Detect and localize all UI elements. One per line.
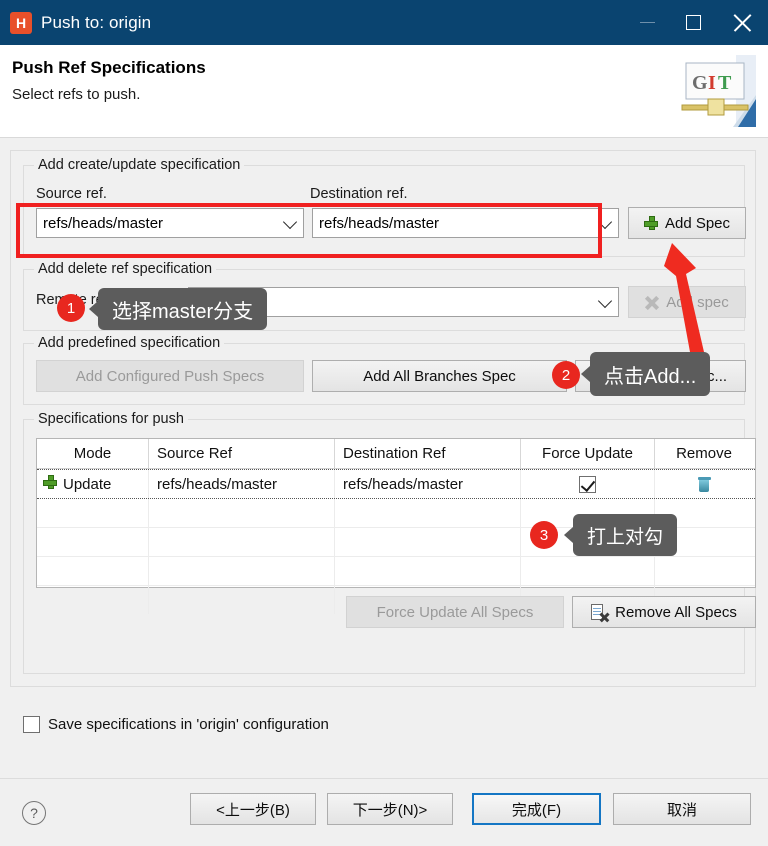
back-button-label: <上一步(B) bbox=[216, 801, 290, 819]
save-specifications-label: Save specifications in 'origin' configur… bbox=[48, 716, 329, 733]
wizard-header: Push Ref Specifications Select refs to p… bbox=[0, 45, 768, 138]
force-update-checkbox[interactable] bbox=[579, 475, 596, 493]
cell-empty bbox=[149, 586, 335, 614]
remove-all-specs-label: Remove All Specs bbox=[615, 603, 737, 621]
cell-source-ref: refs/heads/master bbox=[149, 470, 335, 498]
close-icon bbox=[732, 13, 752, 33]
close-button[interactable] bbox=[716, 0, 768, 45]
table-row-empty bbox=[37, 557, 755, 586]
column-header-mode[interactable]: Mode bbox=[37, 439, 149, 468]
cell-empty bbox=[655, 557, 753, 585]
remove-all-specs-button[interactable]: Remove All Specs bbox=[572, 596, 756, 628]
add-spec-button-label: Add Spec bbox=[664, 214, 731, 232]
svg-text:T: T bbox=[718, 72, 732, 94]
delete-ref-group-title: Add delete ref specification bbox=[34, 261, 217, 277]
column-header-force-update[interactable]: Force Update bbox=[521, 439, 655, 468]
svg-text:I: I bbox=[708, 72, 716, 94]
help-icon[interactable]: ? bbox=[22, 801, 46, 825]
minimize-button[interactable] bbox=[624, 0, 670, 45]
specs-table-header: Mode Source Ref Destination Ref Force Up… bbox=[37, 439, 755, 469]
git-banner-icon: G I T bbox=[678, 55, 756, 127]
add-delete-spec-button-label: Add spec bbox=[666, 293, 729, 311]
app-icon: H bbox=[10, 11, 32, 34]
specs-for-push-group-title: Specifications for push bbox=[34, 411, 188, 427]
add-configured-push-specs-button[interactable]: Add Configured Push Specs bbox=[36, 360, 304, 392]
cell-empty bbox=[521, 557, 655, 585]
annotation-tooltip-1: 选择master分支 bbox=[88, 288, 268, 330]
chevron-down-icon bbox=[597, 214, 613, 230]
finish-button-label: 完成(F) bbox=[511, 801, 562, 819]
page-subtitle: Select refs to push. bbox=[12, 86, 141, 103]
cell-empty bbox=[335, 528, 521, 556]
specs-table[interactable]: Mode Source Ref Destination Ref Force Up… bbox=[36, 438, 756, 614]
cancel-button-label: 取消 bbox=[666, 801, 697, 819]
cell-mode: Update bbox=[37, 470, 149, 498]
cell-force-update[interactable] bbox=[521, 470, 655, 498]
destination-ref-combo[interactable]: refs/heads/master bbox=[312, 208, 619, 238]
force-update-all-specs-button[interactable]: Force Update All Specs bbox=[346, 596, 564, 628]
cell-empty bbox=[37, 557, 149, 585]
page-title: Push Ref Specifications bbox=[12, 58, 206, 77]
dialog-footer: ? <上一步(B) 下一步(N)> 完成(F) 取消 bbox=[0, 778, 768, 846]
next-button-label: 下一步(N)> bbox=[352, 801, 428, 819]
cell-remove[interactable] bbox=[655, 470, 753, 498]
annotation-badge-1: 1 bbox=[57, 294, 85, 322]
source-ref-combo[interactable]: refs/heads/master bbox=[36, 208, 304, 238]
add-all-branches-spec-button[interactable]: Add All Branches Spec bbox=[312, 360, 567, 392]
predefined-group-title: Add predefined specification bbox=[34, 335, 225, 351]
window-controls bbox=[624, 0, 768, 45]
annotation-badge-2: 2 bbox=[552, 361, 580, 389]
cell-empty bbox=[149, 499, 335, 527]
cell-empty bbox=[149, 557, 335, 585]
column-header-source-ref[interactable]: Source Ref bbox=[149, 439, 335, 468]
push-dialog-window: H Push to: origin Push Ref Specification… bbox=[0, 0, 768, 846]
dialog-body: Add create/update specification Source r… bbox=[0, 138, 768, 778]
destination-ref-label: Destination ref. bbox=[310, 186, 408, 202]
cell-empty bbox=[335, 557, 521, 585]
plus-icon bbox=[643, 216, 658, 230]
cancel-button[interactable]: 取消 bbox=[613, 793, 751, 825]
annotation-tooltip-2: 点击Add... bbox=[580, 352, 711, 396]
cell-empty bbox=[37, 499, 149, 527]
annotation-badge-3: 3 bbox=[530, 521, 558, 549]
plus-icon bbox=[43, 475, 57, 493]
minimize-icon bbox=[639, 22, 655, 23]
save-specifications-row[interactable]: Save specifications in 'origin' configur… bbox=[23, 716, 329, 733]
force-update-all-specs-label: Force Update All Specs bbox=[376, 603, 534, 621]
x-icon bbox=[645, 295, 659, 309]
cell-empty bbox=[37, 528, 149, 556]
cell-empty bbox=[335, 499, 521, 527]
window-title: Push to: origin bbox=[41, 12, 152, 32]
cell-empty bbox=[37, 586, 149, 614]
trash-icon[interactable] bbox=[697, 476, 711, 492]
chevron-down-icon bbox=[282, 214, 298, 230]
maximize-icon bbox=[685, 15, 701, 30]
add-delete-spec-button[interactable]: Add spec bbox=[628, 286, 746, 318]
back-button[interactable]: <上一步(B) bbox=[190, 793, 316, 825]
column-header-remove[interactable]: Remove bbox=[655, 439, 753, 468]
title-bar: H Push to: origin bbox=[0, 0, 768, 45]
column-header-destination-ref[interactable]: Destination Ref bbox=[335, 439, 521, 468]
add-configured-push-specs-label: Add Configured Push Specs bbox=[75, 367, 265, 385]
destination-ref-value: refs/heads/master bbox=[319, 214, 440, 232]
chevron-down-icon bbox=[597, 293, 613, 309]
maximize-button[interactable] bbox=[670, 0, 716, 45]
create-update-group: Add create/update specification Source r… bbox=[23, 157, 746, 257]
annotation-tooltip-3: 打上对勾 bbox=[563, 514, 678, 556]
cell-empty bbox=[149, 528, 335, 556]
cell-mode-label: Update bbox=[63, 475, 112, 493]
table-row[interactable]: Update refs/heads/master refs/heads/mast… bbox=[37, 469, 755, 499]
source-ref-value: refs/heads/master bbox=[43, 214, 164, 232]
svg-text:G: G bbox=[692, 72, 708, 94]
save-specifications-checkbox[interactable] bbox=[23, 716, 40, 733]
create-update-group-title: Add create/update specification bbox=[34, 157, 245, 173]
cell-destination-ref: refs/heads/master bbox=[335, 470, 521, 498]
next-button[interactable]: 下一步(N)> bbox=[327, 793, 453, 825]
specs-panel: Add create/update specification Source r… bbox=[10, 150, 756, 733]
add-spec-button[interactable]: Add Spec bbox=[628, 207, 746, 239]
source-ref-label: Source ref. bbox=[36, 186, 107, 202]
document-remove-icon bbox=[591, 603, 608, 621]
add-all-branches-spec-label: Add All Branches Spec bbox=[363, 367, 516, 385]
finish-button[interactable]: 完成(F) bbox=[472, 793, 601, 825]
